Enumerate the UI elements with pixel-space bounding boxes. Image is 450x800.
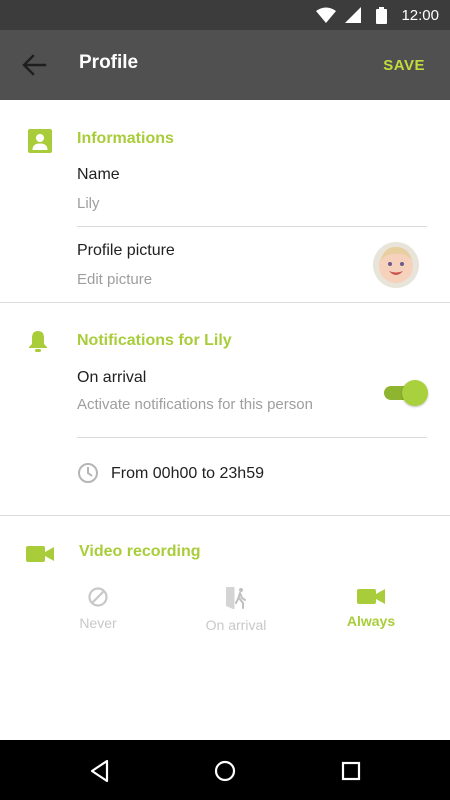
toggle-thumb bbox=[402, 380, 428, 406]
on-arrival-label: On arrival bbox=[77, 369, 147, 386]
save-button[interactable]: SAVE bbox=[383, 57, 425, 74]
back-triangle-icon[interactable] bbox=[87, 757, 115, 785]
recording-option-label: On arrival bbox=[205, 617, 267, 633]
divider bbox=[77, 226, 427, 227]
clock-icon bbox=[78, 463, 98, 483]
section-divider bbox=[0, 302, 450, 303]
recents-square-icon[interactable] bbox=[337, 757, 365, 785]
blocked-icon bbox=[88, 587, 108, 607]
system-nav-bar bbox=[0, 740, 450, 800]
on-arrival-toggle[interactable] bbox=[384, 380, 428, 406]
status-bar: 12:00 bbox=[0, 0, 450, 30]
status-time: 12:00 bbox=[401, 7, 439, 24]
recording-option-label: Never bbox=[79, 615, 117, 631]
recording-option-always[interactable]: Always bbox=[316, 586, 426, 646]
battery-icon bbox=[376, 7, 387, 24]
app-bar: Profile SAVE bbox=[0, 30, 450, 100]
recording-option-on-arrival[interactable]: On arrival bbox=[181, 586, 291, 646]
notifications-title: Notifications for Lily bbox=[77, 332, 232, 349]
walk-in-door-icon bbox=[226, 587, 246, 609]
video-camera-icon bbox=[357, 589, 385, 604]
wifi-icon bbox=[316, 7, 336, 23]
recording-option-never[interactable]: Never bbox=[43, 586, 153, 646]
edit-picture-link[interactable]: Edit picture bbox=[77, 271, 152, 288]
divider bbox=[77, 437, 427, 438]
avatar[interactable] bbox=[373, 242, 419, 288]
section-divider bbox=[0, 515, 450, 516]
profile-picture-label: Profile picture bbox=[77, 242, 175, 259]
time-range: From 00h00 to 23h59 bbox=[111, 465, 264, 482]
name-value: Lily bbox=[77, 195, 100, 212]
person-card-icon bbox=[28, 129, 52, 153]
recording-option-label: Always bbox=[346, 613, 396, 629]
arrow-back-icon bbox=[22, 54, 47, 76]
informations-title: Informations bbox=[77, 130, 174, 147]
on-arrival-description: Activate notifications for this person bbox=[77, 396, 313, 413]
page-title: Profile bbox=[79, 52, 139, 73]
video-recording-title: Video recording bbox=[79, 543, 201, 560]
home-circle-icon[interactable] bbox=[211, 757, 239, 785]
baby-avatar-image bbox=[373, 242, 419, 288]
name-label: Name bbox=[77, 166, 120, 183]
bell-icon bbox=[29, 331, 47, 352]
signal-icon bbox=[345, 7, 361, 23]
video-camera-icon bbox=[26, 546, 54, 562]
back-button[interactable] bbox=[18, 50, 52, 80]
